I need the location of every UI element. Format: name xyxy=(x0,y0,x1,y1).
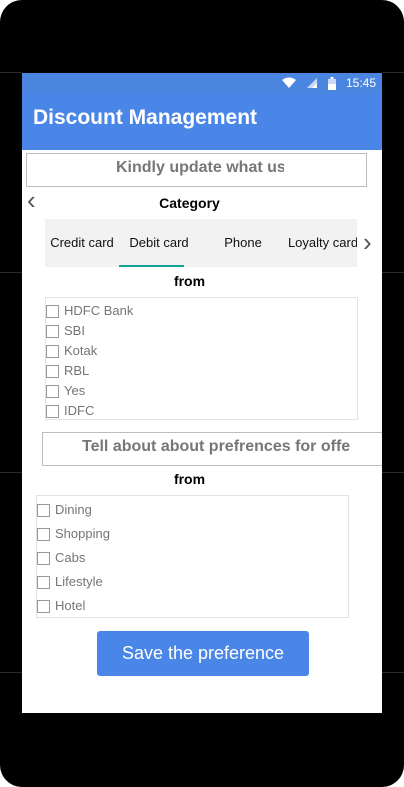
offers-banner: Tell about about prefrences for offe xyxy=(42,432,382,466)
checkbox[interactable] xyxy=(46,405,59,418)
bank-list: HDFC Bank SBI Kotak RBL Yes IDFC xyxy=(45,297,358,420)
signal-icon xyxy=(306,78,317,88)
app-bar: Discount Management xyxy=(22,93,382,150)
preference-list: Dining Shopping Cabs Lifestyle Hotel xyxy=(36,495,349,618)
tab-credit-card[interactable]: Credit card xyxy=(45,219,119,267)
frame-divider xyxy=(0,72,22,73)
frame-divider xyxy=(382,672,404,673)
checkbox[interactable] xyxy=(46,345,59,358)
checkbox[interactable] xyxy=(46,325,59,338)
checkbox[interactable] xyxy=(37,528,50,541)
chevron-right-icon[interactable]: › xyxy=(363,227,372,258)
tab-debit-card[interactable]: Debit card xyxy=(119,219,199,267)
battery-icon xyxy=(327,76,336,90)
checkbox[interactable] xyxy=(37,504,50,517)
frame-divider xyxy=(0,272,22,273)
save-preference-button[interactable]: Save the preference xyxy=(97,631,309,676)
checkbox[interactable] xyxy=(46,365,59,378)
update-banner-text: Kindly update what us xyxy=(116,159,284,176)
frame-divider xyxy=(0,472,22,473)
offers-banner-text: Tell about about prefrences for offe xyxy=(82,438,350,455)
checkbox[interactable] xyxy=(37,576,50,589)
frame-divider xyxy=(0,672,22,673)
frame-divider xyxy=(382,272,404,273)
wifi-icon xyxy=(281,77,296,88)
checkbox[interactable] xyxy=(46,305,59,318)
category-tabs: Credit card Debit card Phone Loyalty car… xyxy=(45,219,357,267)
tab-phone[interactable]: Phone xyxy=(203,219,283,267)
checkbox[interactable] xyxy=(46,385,59,398)
preferences-from-label: from xyxy=(173,471,206,487)
status-time: 15:45 xyxy=(345,76,376,90)
checkbox[interactable] xyxy=(37,600,50,613)
category-label: Category xyxy=(159,195,220,211)
banks-from-label: from xyxy=(173,273,206,289)
update-banner: Kindly update what us xyxy=(26,153,367,187)
frame-divider xyxy=(382,72,404,73)
checkbox[interactable] xyxy=(37,552,50,565)
status-bar: 15:45 xyxy=(22,73,382,93)
frame-divider xyxy=(382,472,404,473)
tab-selected-indicator xyxy=(119,265,184,267)
app-title: Discount Management xyxy=(33,106,258,129)
app-screen: 15:45 Discount Management Kindly update … xyxy=(22,73,382,713)
tab-loyalty-card[interactable]: Loyalty card xyxy=(283,219,357,267)
